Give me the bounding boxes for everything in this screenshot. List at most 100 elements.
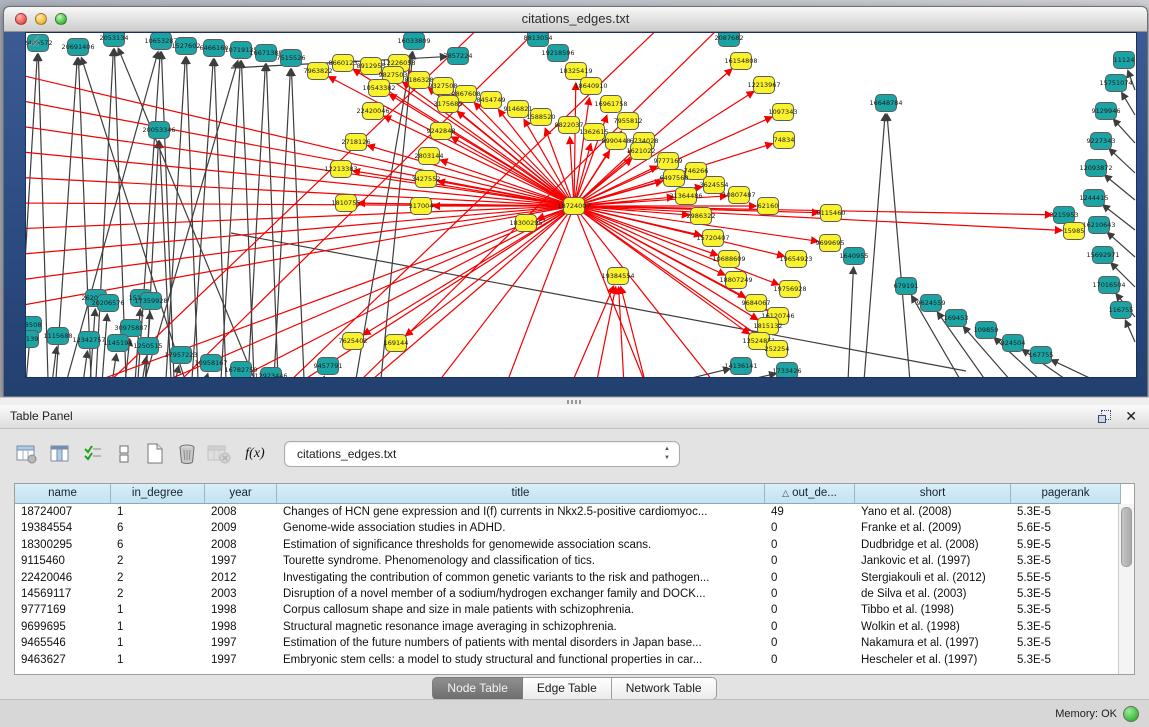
graph-node[interactable]: 1733426 [773, 363, 802, 378]
graph-node[interactable]: 7515526 [277, 50, 306, 67]
table-cell[interactable]: 1 [111, 619, 205, 635]
close-panel-icon[interactable]: ✕ [1125, 409, 1137, 423]
table-cell[interactable]: 18300295 [15, 537, 111, 553]
network-canvas[interactable]: 1872400724055722069140620531341065328715… [25, 32, 1137, 378]
table-cell[interactable]: Genome-wide association studies in ADHD. [277, 520, 765, 536]
table-row[interactable]: 2242004622012Investigating the contribut… [15, 570, 1134, 586]
graph-node[interactable]: 19756928 [773, 281, 806, 298]
table-cell[interactable]: Hescheler et al. (1997) [855, 652, 1011, 668]
graph-node[interactable]: 18640910 [574, 78, 607, 95]
graph-node[interactable]: 16210643 [1082, 217, 1115, 234]
window-titlebar[interactable]: citations_edges.txt [4, 7, 1147, 32]
table-cell[interactable]: 0 [765, 619, 855, 635]
table-cell[interactable]: 2008 [205, 537, 277, 553]
graph-node[interactable]: 12093872 [1079, 160, 1112, 177]
table-cell[interactable]: 1998 [205, 619, 277, 635]
tab-edge-table[interactable]: Edge Table [523, 677, 612, 700]
table-cell[interactable]: 5.5E-5 [1011, 570, 1121, 586]
table-cell[interactable]: 1997 [205, 652, 277, 668]
graph-node[interactable]: 1527602 [172, 38, 201, 55]
graph-node[interactable]: 2087682 [715, 33, 744, 47]
graph-node[interactable]: 16648784 [869, 95, 902, 112]
graph-node[interactable]: 9684067 [742, 295, 771, 312]
table-scrollbar-thumb[interactable] [1121, 507, 1132, 567]
table-mode-button[interactable] [14, 440, 40, 468]
table-cell[interactable]: 5.6E-5 [1011, 520, 1121, 536]
table-cell[interactable]: Disruption of a novel member of a sodium… [277, 586, 765, 602]
column-header-title[interactable]: title [277, 484, 765, 504]
graph-node[interactable]: 15985 [1064, 223, 1085, 240]
table-cell[interactable]: 6 [111, 537, 205, 553]
table-cell[interactable]: 18724007 [15, 504, 111, 520]
table-cell[interactable]: 0 [765, 586, 855, 602]
graph-node[interactable]: 9457791 [314, 358, 343, 375]
graph-node[interactable]: 17016504 [1092, 277, 1125, 294]
table-row[interactable]: 1456911722003Disruption of a novel membe… [15, 586, 1134, 602]
table-row[interactable]: 911546021997Tourette syndrome. Phenomeno… [15, 553, 1134, 569]
column-header-name[interactable]: name [15, 484, 111, 504]
graph-node[interactable]: 33139 [26, 331, 39, 348]
table-cell[interactable]: Estimation of significance thresholds fo… [277, 537, 765, 553]
graph-node[interactable]: 8454749 [477, 92, 506, 109]
graph-node[interactable]: 9115460 [817, 205, 846, 222]
table-cell[interactable]: 2 [111, 553, 205, 569]
table-cell[interactable]: 5.3E-5 [1011, 602, 1121, 618]
table-cell[interactable]: Corpus callosum shape and size in male p… [277, 602, 765, 618]
graph-node[interactable]: 8660123 [329, 55, 358, 72]
graph-node[interactable]: 18325419 [559, 63, 592, 80]
function-builder-button[interactable]: f(x) [242, 440, 268, 468]
table-cell[interactable]: 2008 [205, 504, 277, 520]
table-cell[interactable]: Franke et al. (2009) [855, 520, 1011, 536]
graph-node[interactable]: 12213383 [324, 161, 357, 178]
table-row[interactable]: 969969511998Structural magnetic resonanc… [15, 619, 1134, 635]
table-cell[interactable]: 2 [111, 586, 205, 602]
table-cell[interactable]: Changes of HCN gene expression and I(f) … [277, 504, 765, 520]
table-cell[interactable]: 5.3E-5 [1011, 635, 1121, 651]
graph-node[interactable]: 317004 [409, 198, 434, 215]
graph-node[interactable]: 1115688 [44, 328, 73, 345]
graph-node[interactable]: 1244415 [1080, 190, 1109, 207]
graph-node[interactable]: 12213967 [747, 77, 780, 94]
column-header-year[interactable]: year [205, 484, 277, 504]
table-cell[interactable]: 5.9E-5 [1011, 537, 1121, 553]
table-cell[interactable]: Estimation of the future numbers of pati… [277, 635, 765, 651]
table-cell[interactable]: 2009 [205, 520, 277, 536]
table-cell[interactable]: 9699695 [15, 619, 111, 635]
table-cell[interactable]: 9115460 [15, 553, 111, 569]
graph-node[interactable]: 169453 [944, 310, 969, 327]
graph-node[interactable]: 109859 [974, 322, 999, 339]
graph-node[interactable]: 1621022 [627, 143, 656, 160]
canvas-resize-grip[interactable] [26, 33, 40, 47]
graph-node[interactable]: 169144 [384, 335, 409, 352]
float-panel-icon[interactable] [1098, 410, 1111, 423]
graph-node[interactable]: 19654923 [779, 251, 812, 268]
table-cell[interactable]: 1998 [205, 602, 277, 618]
graph-node[interactable]: 3215953 [1050, 207, 1079, 224]
column-header-out_de[interactable]: △out_de... [765, 484, 855, 504]
table-cell[interactable]: 0 [765, 553, 855, 569]
column-header-pagerank[interactable]: pagerank [1011, 484, 1121, 504]
table-cell[interactable]: Embryonic stem cells: a model to study s… [277, 652, 765, 668]
memory-ok-indicator[interactable] [1123, 706, 1139, 722]
graph-node[interactable]: 167755 [1029, 347, 1054, 364]
graph-node[interactable]: 2718126 [342, 134, 371, 151]
graph-node[interactable]: 3427552 [412, 171, 441, 188]
show-columns-button[interactable] [47, 440, 73, 468]
create-column-button[interactable] [142, 440, 168, 468]
graph-node[interactable]: 9242848 [427, 123, 456, 140]
graph-node[interactable]: 12342757 [72, 332, 105, 349]
graph-node[interactable]: 19218596 [541, 45, 574, 62]
table-cell[interactable]: Jankovic et al. (1997) [855, 553, 1011, 569]
graph-node[interactable]: 10688609 [712, 251, 745, 268]
table-cell[interactable]: Structural magnetic resonance image aver… [277, 619, 765, 635]
graph-node[interactable]: 679191 [894, 278, 919, 295]
graph-node[interactable]: 252254 [765, 341, 790, 358]
graph-node[interactable]: 9227343 [1087, 133, 1116, 150]
graph-node[interactable]: 1588520 [527, 109, 556, 126]
graph-node[interactable]: 7625402 [339, 333, 368, 350]
graph-node[interactable]: 16961758 [594, 96, 627, 113]
table-cell[interactable]: de Silva et al. (2003) [855, 586, 1011, 602]
column-header-short[interactable]: short [855, 484, 1011, 504]
table-cell[interactable]: 6 [111, 520, 205, 536]
table-cell[interactable]: 0 [765, 520, 855, 536]
